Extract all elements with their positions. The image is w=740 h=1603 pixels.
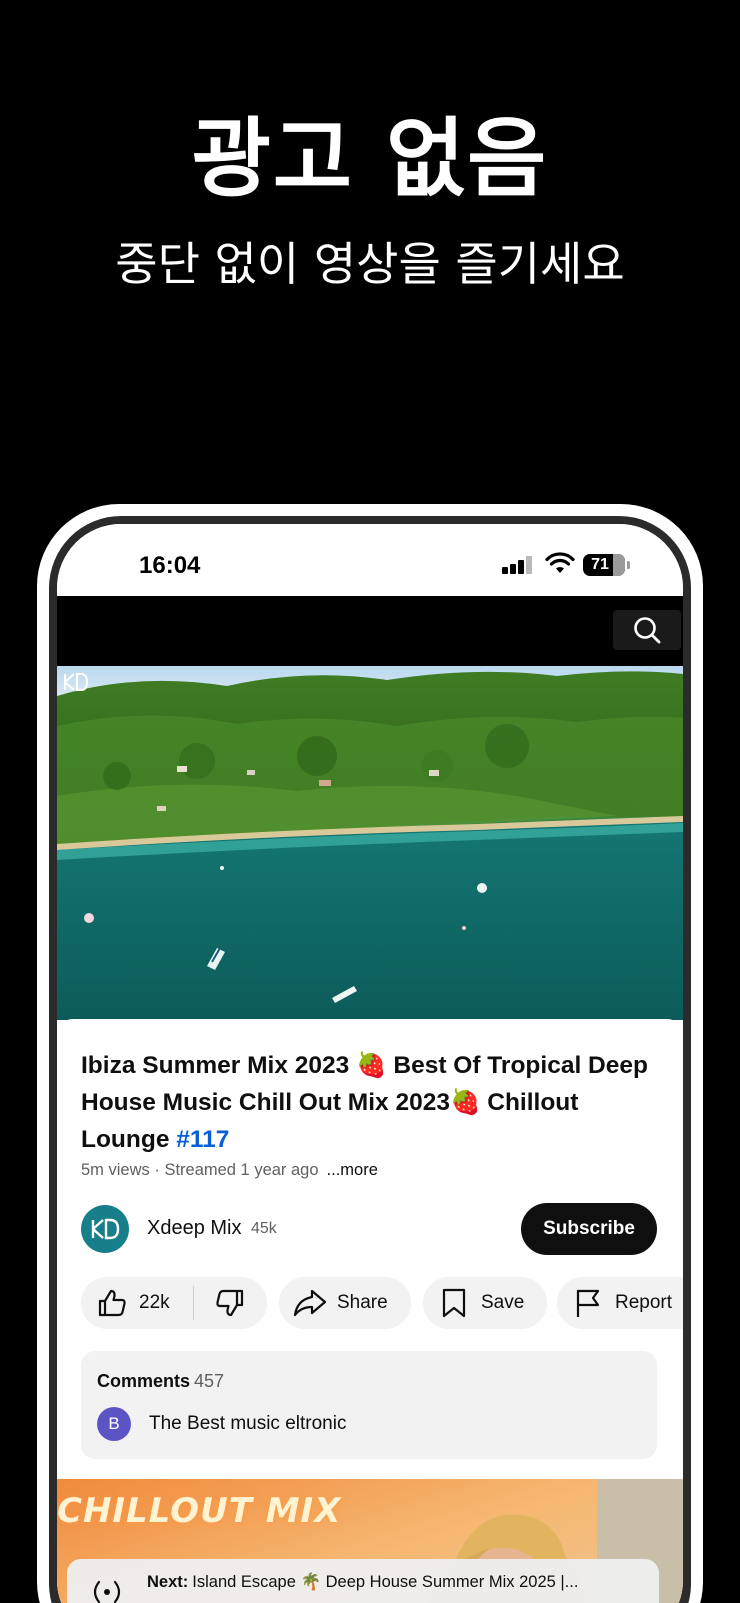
channel-avatar[interactable] <box>81 1205 129 1253</box>
commenter-avatar: B <box>97 1407 131 1441</box>
meta-separator: · <box>149 1161 165 1179</box>
share-icon <box>293 1286 327 1320</box>
subscribe-button[interactable]: Subscribe <box>521 1203 657 1255</box>
search-button[interactable] <box>613 610 681 650</box>
view-count: 5m views <box>81 1161 150 1179</box>
video-meta[interactable]: 5m views · Streamed 1 year ago ...more <box>81 1161 378 1180</box>
battery-cap <box>627 561 630 569</box>
comments-card[interactable]: Comments 457 B The Best music eltronic <box>81 1351 657 1459</box>
video-hashtag[interactable]: #117 <box>176 1126 229 1153</box>
status-time: 16:04 <box>139 552 201 579</box>
next-video-preview[interactable]: CHILLOUT MIX Next: Island Escape 🌴 Deep H… <box>57 1479 683 1603</box>
like-dislike-chip: 22k <box>81 1277 267 1329</box>
thumbs-down-icon <box>213 1286 247 1320</box>
phone-screen: 16:04 71 Ibiza Summer Mix 2023 🍓 Best Of… <box>57 524 683 1603</box>
channel-watermark-icon <box>64 673 89 691</box>
subscriber-count: 45k <box>251 1220 277 1237</box>
save-label: Save <box>481 1292 525 1313</box>
next-video-title: Island Escape 🌴 Deep House Summer Mix 20… <box>192 1573 579 1591</box>
next-label: Next: <box>147 1573 189 1591</box>
stream-date: Streamed 1 year ago <box>164 1161 319 1179</box>
next-up-bar[interactable]: Next: Island Escape 🌴 Deep House Summer M… <box>67 1559 659 1603</box>
dislike-button[interactable] <box>194 1277 266 1329</box>
video-title-text: Ibiza Summer Mix 2023 🍓 Best Of Tropical… <box>81 1052 648 1153</box>
share-label: Share <box>337 1292 388 1313</box>
comments-heading: Comments 457 <box>97 1371 224 1392</box>
next-preview-title: CHILLOUT MIX <box>57 1491 342 1531</box>
flag-icon <box>571 1286 605 1320</box>
wifi-icon <box>545 552 575 573</box>
comments-title: Comments <box>97 1371 191 1391</box>
battery-icon: 71 <box>583 554 625 576</box>
thumbs-up-icon <box>95 1286 129 1320</box>
next-up-text: Next: Island Escape 🌴 Deep House Summer M… <box>147 1573 578 1592</box>
share-button[interactable]: Share <box>279 1277 411 1329</box>
app-top-bar <box>57 596 683 666</box>
like-button[interactable]: 22k <box>81 1277 193 1329</box>
video-frame-image <box>57 666 683 1020</box>
channel-name[interactable]: Xdeep Mix <box>147 1217 242 1240</box>
channel-logo-icon <box>91 1218 120 1240</box>
report-label: Report <box>615 1292 673 1313</box>
save-button[interactable]: Save <box>423 1277 547 1329</box>
comments-count: 457 <box>194 1371 225 1391</box>
bookmark-icon <box>437 1286 471 1320</box>
promo-title: 광고 없음 <box>191 109 549 209</box>
status-bar: 16:04 71 <box>57 524 683 596</box>
report-button[interactable]: Report <box>557 1277 683 1329</box>
video-info-panel: Ibiza Summer Mix 2023 🍓 Best Of Tropical… <box>57 1019 683 1603</box>
like-count: 22k <box>139 1292 170 1313</box>
more-link[interactable]: ...more <box>327 1161 378 1179</box>
cellular-signal-icon <box>502 556 534 574</box>
video-player[interactable] <box>57 666 683 1020</box>
search-icon <box>634 617 661 644</box>
top-comment: The Best music eltronic <box>149 1413 347 1434</box>
battery-level: 71 <box>591 556 609 573</box>
video-title[interactable]: Ibiza Summer Mix 2023 🍓 Best Of Tropical… <box>81 1047 661 1158</box>
promo-subtitle: 중단 없이 영상을 즐기세요 <box>115 237 625 291</box>
autoplay-icon <box>93 1580 121 1603</box>
